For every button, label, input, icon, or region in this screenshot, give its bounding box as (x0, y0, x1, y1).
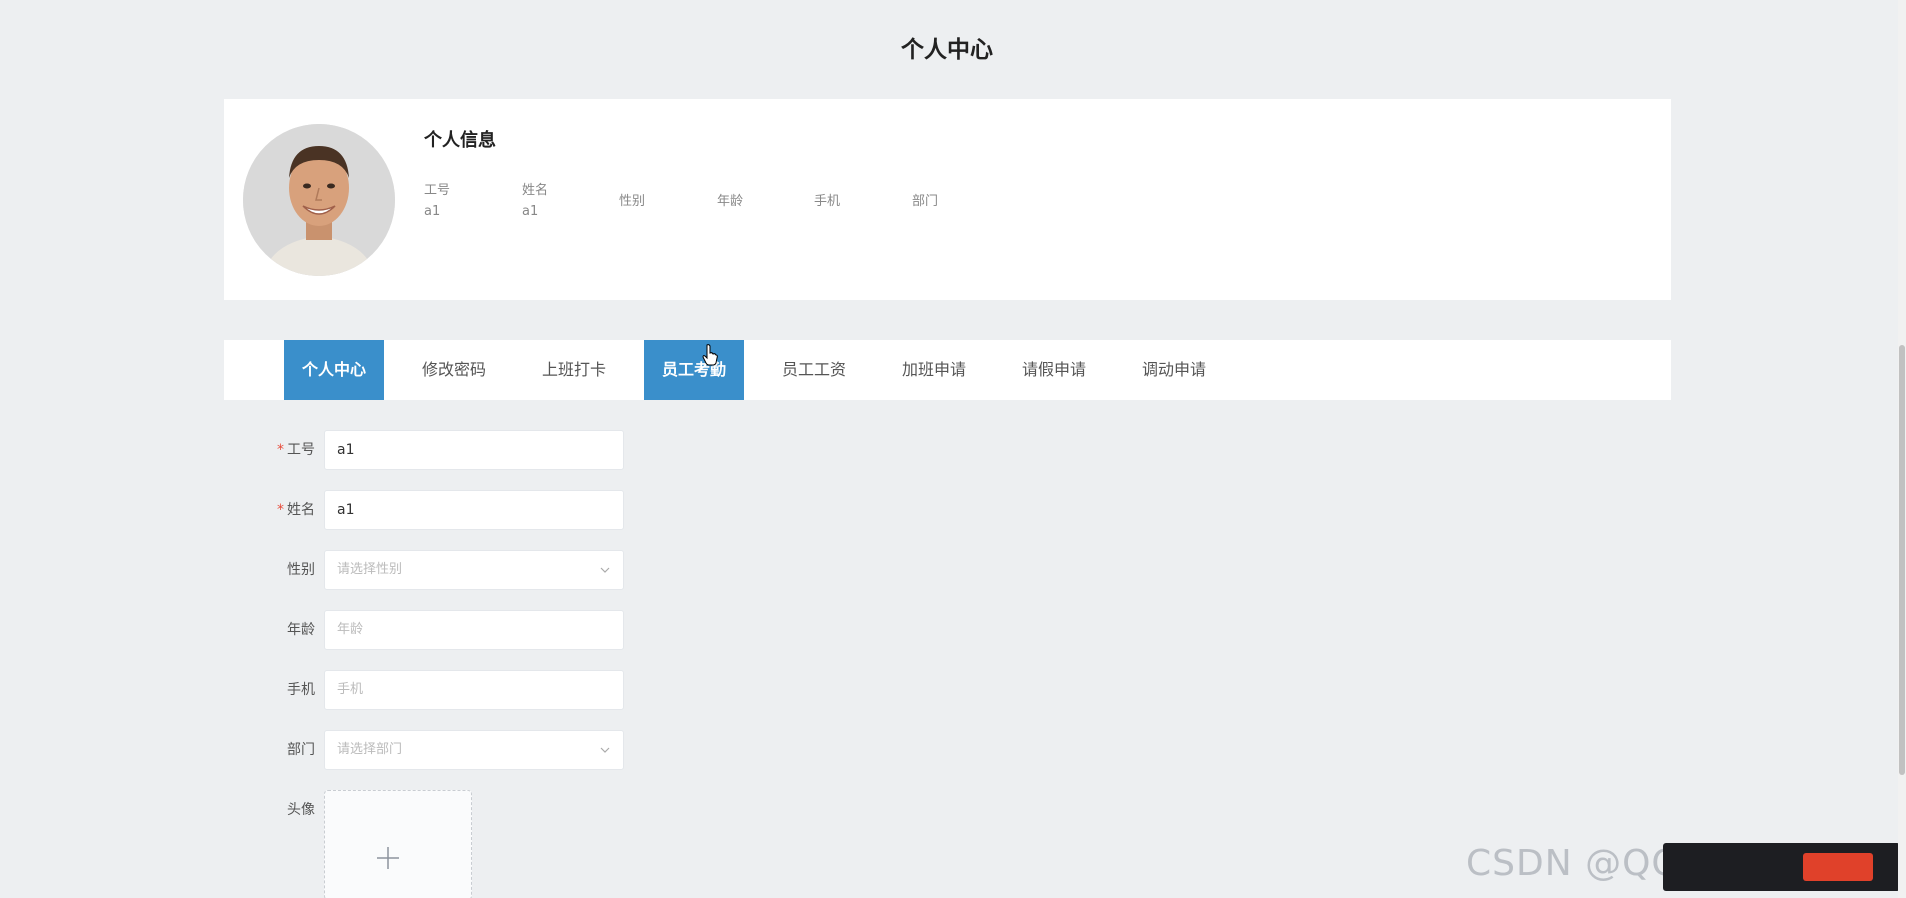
scrollbar[interactable] (1898, 0, 1906, 898)
gender-label: 性别 (287, 562, 315, 578)
tab-leave[interactable]: 请假申请 (1004, 340, 1104, 400)
department-select[interactable]: 请选择部门 (324, 730, 624, 770)
tab-personal-center[interactable]: 个人中心 (284, 340, 384, 400)
department-label: 部门 (287, 742, 315, 758)
tab-overtime[interactable]: 加班申请 (884, 340, 984, 400)
info-employee-id: 工号 a1 (424, 183, 451, 219)
phone-input[interactable]: 手机 (324, 670, 624, 710)
tab-attendance[interactable]: 员工考勤 (644, 340, 744, 400)
tab-clock-in[interactable]: 上班打卡 (524, 340, 624, 400)
phone-label: 手机 (287, 682, 315, 698)
tab-transfer[interactable]: 调动申请 (1124, 340, 1224, 400)
employee-id-label: * 工号 (277, 442, 315, 458)
info-name: 姓名 a1 (522, 183, 549, 219)
tab-bar: 个人中心 修改密码 上班打卡 员工考勤 员工工资 加班申请 请假申请 调动申请 (224, 340, 1671, 400)
tab-change-password[interactable]: 修改密码 (404, 340, 504, 400)
tab-salary[interactable]: 员工工资 (764, 340, 864, 400)
person-photo-icon (243, 124, 395, 276)
age-input[interactable]: 年龄 (324, 610, 624, 650)
name-input[interactable]: a1 (324, 490, 624, 530)
chevron-down-icon (600, 747, 610, 753)
avatar-label: 头像 (287, 802, 315, 818)
hand-cursor-icon (702, 344, 718, 366)
info-department: 部门 (912, 194, 939, 209)
info-age: 年龄 (717, 194, 744, 209)
age-label: 年龄 (287, 622, 315, 638)
info-phone: 手机 (814, 194, 841, 209)
record-button[interactable] (1803, 853, 1873, 881)
name-label: * 姓名 (277, 502, 315, 518)
info-gender: 性别 (619, 194, 646, 209)
profile-card: 个人信息 工号 a1 姓名 a1 性别 年龄 手机 部门 (224, 99, 1671, 300)
avatar (243, 124, 395, 276)
gender-select[interactable]: 请选择性别 (324, 550, 624, 590)
page-title: 个人中心 (901, 37, 993, 63)
personal-info-title: 个人信息 (424, 130, 496, 151)
scroll-thumb[interactable] (1899, 345, 1905, 775)
avatar-uploader[interactable] (324, 790, 472, 898)
chevron-down-icon (600, 567, 610, 573)
plus-icon (377, 847, 399, 869)
employee-id-input[interactable]: a1 (324, 430, 624, 470)
recorder-overlay (1663, 843, 1900, 891)
